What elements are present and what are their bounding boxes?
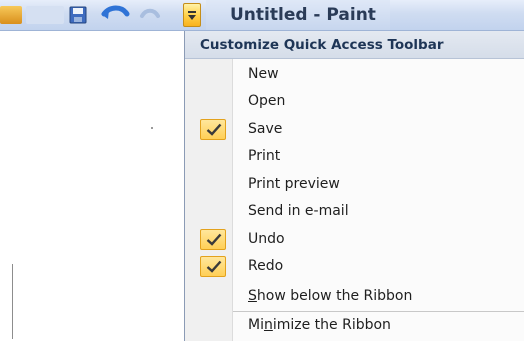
- menu-item-label: Redo: [248, 258, 284, 274]
- ribbon-area-background: [0, 31, 183, 339]
- menu-item-print[interactable]: Print: [185, 143, 524, 170]
- menu-item-open[interactable]: Open: [185, 88, 524, 115]
- qat-undo-button[interactable]: [100, 5, 130, 25]
- qat-background: [26, 6, 64, 24]
- qat-customize-dropdown-button[interactable]: [183, 3, 201, 27]
- menu-item-label: Print: [248, 148, 281, 164]
- menu-item-label: New: [248, 66, 279, 82]
- menu-header-title: Customize Quick Access Toolbar: [200, 37, 444, 53]
- access-key: n: [263, 317, 273, 333]
- menu-header: Customize Quick Access Toolbar: [185, 31, 524, 59]
- checkmark-icon: [200, 119, 226, 140]
- paint-app-icon[interactable]: [0, 6, 22, 24]
- checkmark-icon: [200, 256, 226, 277]
- qat-save-button[interactable]: [68, 6, 88, 24]
- menu-item-label: Open: [248, 93, 286, 109]
- menu-item-save[interactable]: Save: [185, 116, 524, 143]
- window-title: Untitled - Paint: [206, 0, 390, 30]
- menu-item-show-below-ribbon[interactable]: Show below the Ribbon: [185, 283, 524, 310]
- menu-item-send-in-email[interactable]: Send in e-mail: [185, 198, 524, 225]
- menu-item-label: Send in e-mail: [248, 203, 349, 219]
- undo-icon: [101, 5, 130, 19]
- menu-item-label: Show below the Ribbon: [248, 288, 413, 304]
- menu-item-label: Save: [248, 121, 283, 137]
- access-key: S: [248, 288, 257, 304]
- menu-item-label: Print preview: [248, 176, 340, 192]
- save-icon: [69, 6, 87, 24]
- title-bar: Untitled - Paint: [0, 0, 524, 31]
- menu-item-label: Undo: [248, 231, 285, 247]
- background-mark: [151, 127, 153, 129]
- background-divider: [12, 264, 13, 339]
- menu-item-redo[interactable]: Redo: [185, 253, 524, 280]
- menu-item-undo[interactable]: Undo: [185, 226, 524, 253]
- menu-item-print-preview[interactable]: Print preview: [185, 171, 524, 198]
- redo-icon: [140, 8, 160, 18]
- menu-item-new[interactable]: New: [185, 61, 524, 88]
- qat-redo-button[interactable]: [138, 6, 162, 24]
- checkmark-icon: [200, 229, 226, 250]
- customize-qat-menu: Customize Quick Access Toolbar New Open …: [184, 31, 524, 341]
- dropdown-arrow-icon: [188, 11, 196, 20]
